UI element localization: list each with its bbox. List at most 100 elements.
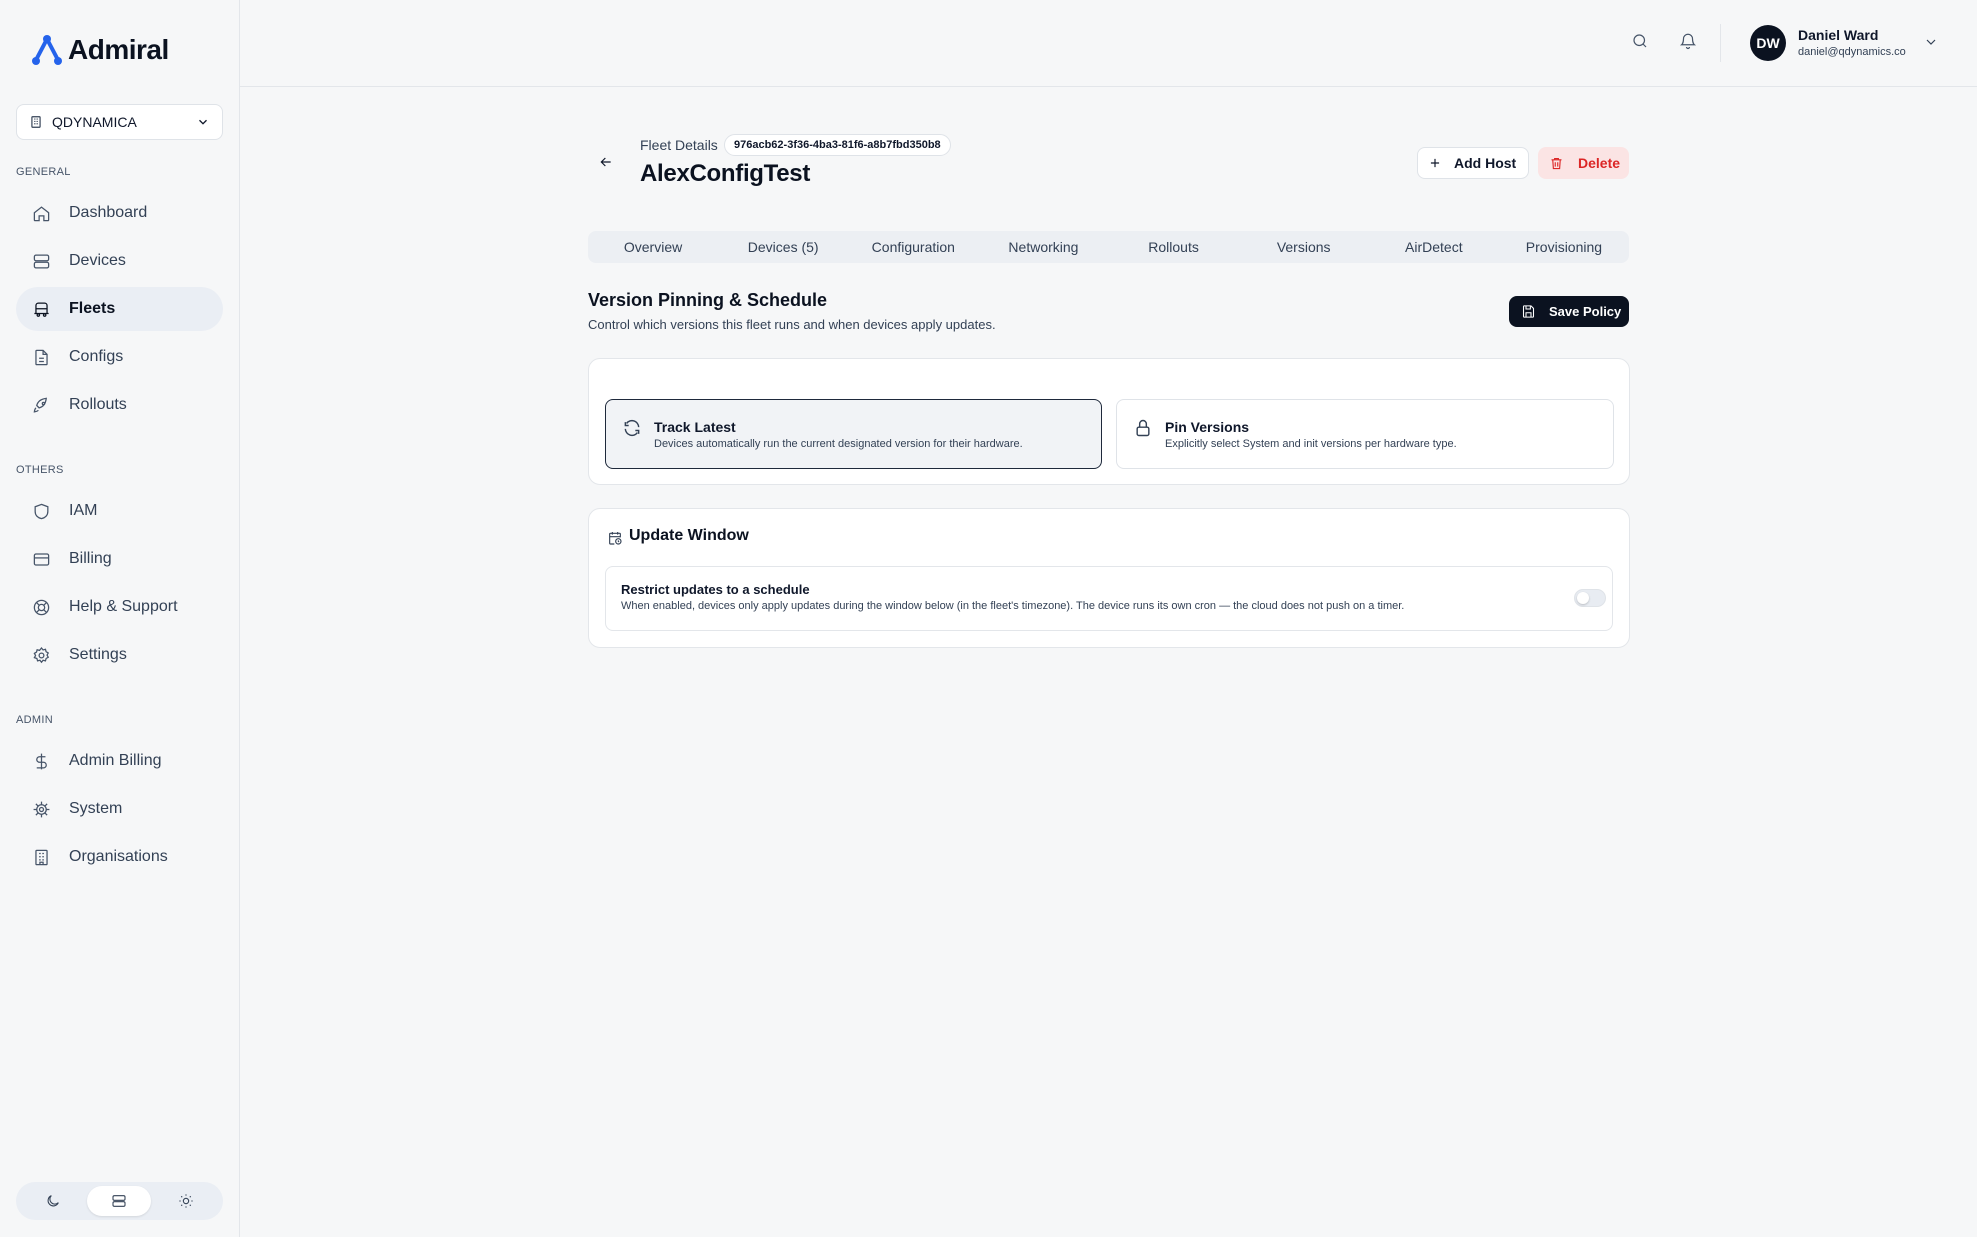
plus-icon <box>1430 158 1440 168</box>
option-track-latest[interactable]: Track Latest Devices automatically run t… <box>605 399 1102 469</box>
restrict-schedule-toggle[interactable] <box>1574 589 1606 607</box>
search-icon <box>1633 34 1647 48</box>
bell-icon <box>1679 33 1697 50</box>
section-label-others: OTHERS <box>16 464 64 476</box>
moon-icon <box>47 1195 59 1207</box>
sidebar-item-label: Admin Billing <box>69 752 162 769</box>
topbar <box>240 0 1977 87</box>
cog-icon <box>33 801 50 817</box>
topbar-divider <box>1720 24 1721 62</box>
building-icon <box>35 849 48 865</box>
home-icon <box>33 205 50 221</box>
sidebar-item-label: Fleets <box>69 300 116 317</box>
chevron-down-icon <box>1926 39 1936 45</box>
save-policy-label: Save Policy <box>1549 304 1622 319</box>
page-title: AlexConfigTest <box>640 160 811 187</box>
sidebar-item-system[interactable]: System <box>16 787 223 831</box>
sidebar-item-label: Rollouts <box>69 396 127 413</box>
user-menu-toggle[interactable] <box>1923 34 1939 55</box>
refresh-icon <box>624 419 640 437</box>
gear-icon <box>33 646 50 663</box>
shield-icon <box>34 503 49 519</box>
fleet-id-badge: 976acb62-3f36-4ba3-81f6-a8b7fbd350b8 <box>724 134 951 156</box>
tab-versions[interactable]: Versions <box>1239 231 1369 263</box>
server-icon <box>33 254 50 268</box>
sidebar-item-iam[interactable]: IAM <box>16 489 223 533</box>
tab-airdetect[interactable]: AirDetect <box>1369 231 1499 263</box>
search-button[interactable] <box>1631 32 1651 52</box>
sidebar-item-organisations[interactable]: Organisations <box>16 835 223 879</box>
option-title: Pin Versions <box>1165 419 1250 435</box>
tab-overview[interactable]: Overview <box>588 231 718 263</box>
sidebar-item-settings[interactable]: Settings <box>16 633 223 677</box>
server-icon <box>112 1195 127 1207</box>
sidebar-item-rollouts[interactable]: Rollouts <box>16 383 223 427</box>
tab-devices[interactable]: Devices (5) <box>718 231 848 263</box>
notifications-button[interactable] <box>1679 32 1699 52</box>
update-window-card: Update Window Restrict updates to a sche… <box>588 508 1630 648</box>
sun-icon <box>179 1194 193 1208</box>
user-name[interactable]: Daniel Ward <box>1798 27 1878 43</box>
sidebar-item-label: Help & Support <box>69 598 178 615</box>
bus-icon <box>34 302 49 317</box>
option-description: Devices automatically run the current de… <box>654 438 1023 450</box>
org-selector[interactable]: QDYNAMICA <box>16 104 223 140</box>
add-host-label: Add Host <box>1454 155 1517 171</box>
sidebar-item-label: Billing <box>69 550 112 567</box>
breadcrumb: Fleet Details <box>640 137 718 153</box>
option-icon-wrap <box>1133 418 1153 443</box>
theme-system-button[interactable] <box>87 1186 152 1216</box>
logo-text: Admiral <box>68 34 169 65</box>
restrict-schedule-description: When enabled, devices only apply updates… <box>621 600 1405 612</box>
sidebar-item-label: Devices <box>69 252 126 269</box>
theme-light-button[interactable] <box>154 1186 218 1216</box>
arrow-left-icon <box>600 157 611 167</box>
app-frame: Admiral QDYNAMICA GENERAL Dashboard Devi… <box>0 0 1977 1237</box>
sidebar-item-label: System <box>69 800 123 817</box>
sidebar-item-label: IAM <box>69 502 98 519</box>
back-button[interactable] <box>598 154 614 175</box>
toggle-knob <box>1577 592 1589 604</box>
credit-card-icon <box>33 552 50 566</box>
sidebar-item-label: Configs <box>69 348 124 365</box>
tab-networking[interactable]: Networking <box>978 231 1108 263</box>
theme-switcher <box>16 1182 223 1220</box>
update-window-title: Update Window <box>629 527 749 544</box>
section-title: Version Pinning & Schedule <box>588 290 828 310</box>
sidebar-item-dashboard[interactable]: Dashboard <box>16 191 223 235</box>
calendar-clock-icon-wrap <box>607 530 623 551</box>
sidebar-item-label: Organisations <box>69 848 168 865</box>
avatar[interactable]: DW <box>1750 25 1786 61</box>
dollar-icon <box>36 753 47 769</box>
restrict-schedule-row: Restrict updates to a schedule When enab… <box>605 566 1613 631</box>
option-title: Track Latest <box>654 419 736 435</box>
sidebar-item-fleets[interactable]: Fleets <box>16 287 223 331</box>
delete-label: Delete <box>1578 155 1621 171</box>
save-policy-button[interactable]: Save Policy <box>1509 296 1629 327</box>
building-icon <box>31 116 41 128</box>
option-pin-versions[interactable]: Pin Versions Explicitly select System an… <box>1116 399 1614 469</box>
lock-icon <box>1136 419 1150 437</box>
chevron-down-icon <box>199 119 207 125</box>
add-host-button[interactable]: Add Host <box>1417 147 1530 179</box>
org-selector-value: QDYNAMICA <box>52 114 137 130</box>
option-icon-wrap <box>622 418 642 443</box>
restrict-schedule-title: Restrict updates to a schedule <box>621 582 810 597</box>
tab-rollouts[interactable]: Rollouts <box>1109 231 1239 263</box>
sidebar-item-billing[interactable]: Billing <box>16 537 223 581</box>
logo[interactable]: Admiral <box>30 34 169 66</box>
tab-provisioning[interactable]: Provisioning <box>1499 231 1629 263</box>
file-icon <box>35 349 48 365</box>
sidebar-item-admin-billing[interactable]: Admin Billing <box>16 739 223 783</box>
tab-configuration[interactable]: Configuration <box>848 231 978 263</box>
sidebar-item-configs[interactable]: Configs <box>16 335 223 379</box>
admiral-logo-icon <box>32 35 62 65</box>
sidebar-item-devices[interactable]: Devices <box>16 239 223 283</box>
sidebar-item-label: Dashboard <box>69 204 148 221</box>
section-description: Control which versions this fleet runs a… <box>588 317 996 332</box>
lifebuoy-icon <box>33 599 50 615</box>
sidebar-item-help-support[interactable]: Help & Support <box>16 585 223 629</box>
theme-dark-button[interactable] <box>21 1186 85 1216</box>
trash-icon <box>1551 157 1562 169</box>
delete-button[interactable]: Delete <box>1538 147 1629 179</box>
